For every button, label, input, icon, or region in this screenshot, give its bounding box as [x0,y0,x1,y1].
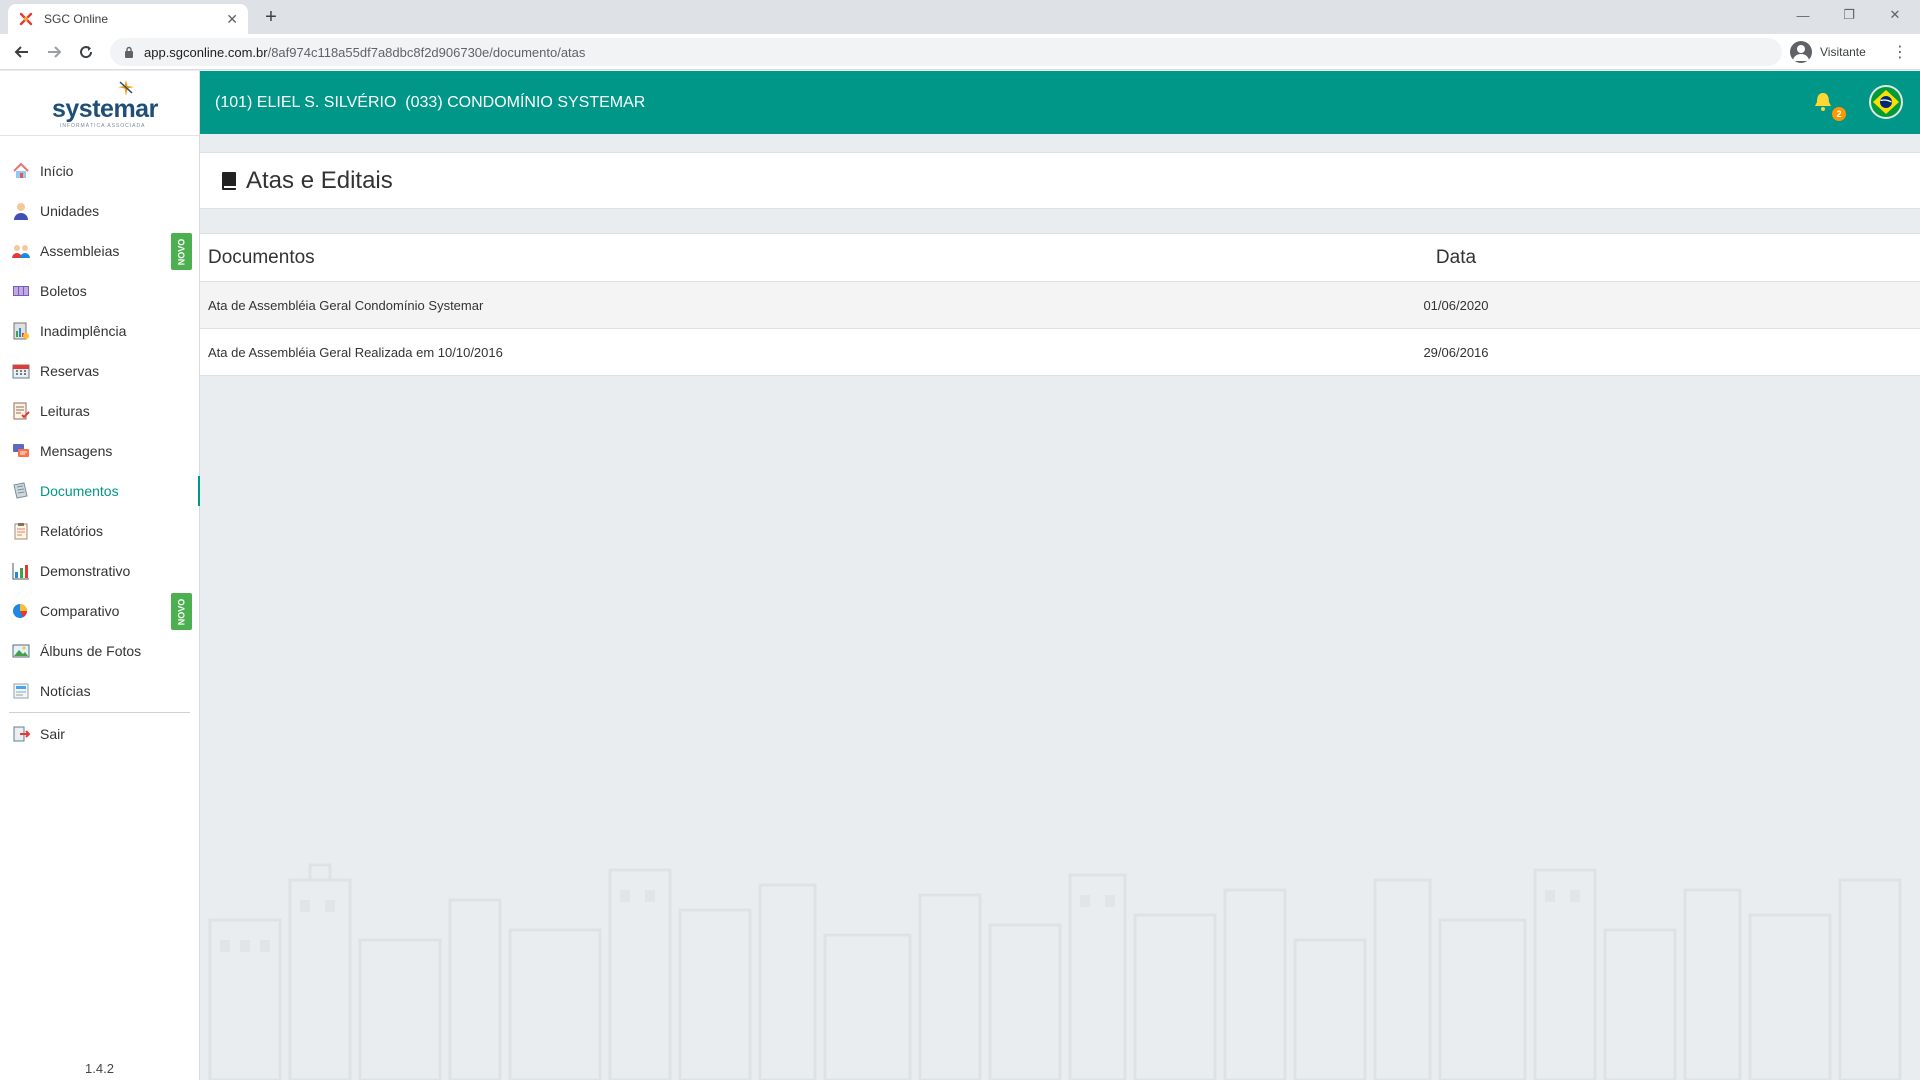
sidebar-item-unidades[interactable]: Unidades [0,191,199,231]
city-skyline-background [208,863,1902,1080]
close-window-icon[interactable]: ✕ [1872,0,1918,30]
documents-table: Documentos Data Ata de Assembléia Geral … [200,233,1920,376]
menu-divider [9,712,190,713]
page-title: Atas e Editais [222,153,393,208]
sidebar: systemar INFORMÁTICA ASSOCIADA Início Un… [0,71,200,1080]
table-row[interactable]: Ata de Assembléia Geral Condomínio Syste… [200,282,1920,329]
sidebar-item-label: Início [40,163,74,179]
document-date: 29/06/2016 [1423,344,1489,360]
news-icon [12,682,30,700]
logo-text: systemar [52,95,158,123]
tab-title: SGC Online [44,12,109,26]
person-icon [12,202,30,220]
checklist-icon [12,402,30,420]
sidebar-item-boletos[interactable]: Boletos [0,271,199,311]
sidebar-item-label: Notícias [40,683,91,699]
column-header-data: Data [1435,246,1477,268]
sidebar-item-label: Sair [40,726,65,742]
new-badge: NOVO [171,593,192,630]
back-icon[interactable] [8,38,36,66]
report-icon [12,322,30,340]
sidebar-item-label: Documentos [40,483,119,499]
profile-avatar-icon [1790,41,1812,63]
sidebar-item-label: Unidades [40,203,100,219]
sidebar-item-inadimplencia[interactable]: Inadimplência [0,311,199,351]
chart-icon [12,562,30,580]
sidebar-item-label: Leituras [40,403,90,419]
page-title-bar: Atas e Editais [200,152,1920,209]
browser-menu-icon[interactable]: ⋮ [1890,38,1910,66]
sidebar-item-documentos[interactable]: Documentos [0,471,200,511]
sidebar-item-label: Comparativo [40,603,120,619]
sidebar-item-label: Assembleias [40,243,120,259]
sidebar-menu: Início Unidades Assembleias NOVO Boletos [0,151,200,754]
restore-icon[interactable]: ❐ [1826,0,1872,30]
sidebar-item-inicio[interactable]: Início [0,151,199,191]
barcode-icon [12,282,30,300]
profile-button[interactable]: Visitante [1790,39,1866,65]
sidebar-item-demonstrativo[interactable]: Demonstrativo [0,551,199,591]
reload-icon[interactable] [72,38,100,66]
sidebar-item-reservas[interactable]: Reservas [0,351,199,391]
sidebar-item-label: Relatórios [40,523,104,539]
column-header-documentos: Documentos [208,246,315,268]
book-icon [222,171,236,190]
messages-icon [12,442,30,460]
systemar-favicon-icon [19,12,33,26]
new-badge: NOVO [171,233,192,270]
header-title: (101) ELIEL S. SILVÉRIO (033) CONDOMÍNIO… [215,93,646,111]
people-icon [12,242,30,260]
new-tab-icon[interactable]: + [258,4,284,30]
logo-subtitle: INFORMÁTICA ASSOCIADA [60,123,146,129]
minimize-icon[interactable]: — [1780,0,1826,30]
tab-close-icon[interactable]: ✕ [226,11,238,28]
sidebar-item-assembleias[interactable]: Assembleias NOVO [0,231,199,271]
url-path: /8af974c118a55df7a8dbc8f2d906730e/docume… [267,44,586,60]
sidebar-item-label: Inadimplência [40,323,127,339]
photo-icon [12,642,30,660]
table-header-row: Documentos Data [200,234,1920,282]
sidebar-item-label: Boletos [40,283,87,299]
calendar-icon [12,362,30,380]
document-name[interactable]: Ata de Assembléia Geral Realizada em 10/… [208,329,503,375]
logout-icon [12,725,30,743]
home-icon [12,162,30,180]
lock-icon [125,46,133,58]
sidebar-item-label: Mensagens [40,443,113,459]
notification-badge: 2 [1832,107,1846,121]
documents-icon [12,482,30,500]
browser-tab[interactable]: SGC Online ✕ [8,4,248,34]
sidebar-item-comparativo[interactable]: Comparativo NOVO [0,591,199,631]
new-badge-label: NOVO [176,598,187,625]
sidebar-item-noticias[interactable]: Notícias [0,671,199,711]
address-bar[interactable]: app.sgconline.com.br/8af974c118a55df7a8d… [110,38,1782,66]
url-host: app.sgconline.com.br [144,44,268,60]
sidebar-item-leituras[interactable]: Leituras [0,391,199,431]
sidebar-item-label: Reservas [40,363,100,379]
bell-icon[interactable] [1812,91,1834,113]
systemar-logo[interactable]: systemar INFORMÁTICA ASSOCIADA [0,71,199,136]
new-badge-label: NOVO [176,238,187,265]
brazil-flag-icon[interactable] [1869,85,1903,119]
sidebar-item-label: Demonstrativo [40,563,131,579]
sidebar-item-sair[interactable]: Sair [0,714,199,754]
forward-icon[interactable] [40,38,68,66]
sidebar-item-label: Álbuns de Fotos [40,643,142,659]
profile-label: Visitante [1820,45,1866,59]
sidebar-item-albuns-de-fotos[interactable]: Álbuns de Fotos [0,631,199,671]
browser-tabstrip: SGC Online ✕ + — ❐ ✕ [0,0,1920,34]
table-row[interactable]: Ata de Assembléia Geral Realizada em 10/… [200,329,1920,376]
pie-chart-icon [12,602,30,620]
top-header: (101) ELIEL S. SILVÉRIO (033) CONDOMÍNIO… [200,71,1920,134]
page-title-text: Atas e Editais [246,166,393,194]
document-date: 01/06/2020 [1423,297,1489,313]
document-name[interactable]: Ata de Assembléia Geral Condomínio Syste… [208,282,483,328]
url-text: app.sgconline.com.br/8af974c118a55df7a8d… [144,45,585,60]
browser-toolbar: app.sgconline.com.br/8af974c118a55df7a8d… [0,34,1920,70]
sidebar-item-relatorios[interactable]: Relatórios [0,511,199,551]
sidebar-item-mensagens[interactable]: Mensagens [0,431,199,471]
clipboard-icon [12,522,30,540]
app-version: 1.4.2 [85,1061,114,1076]
